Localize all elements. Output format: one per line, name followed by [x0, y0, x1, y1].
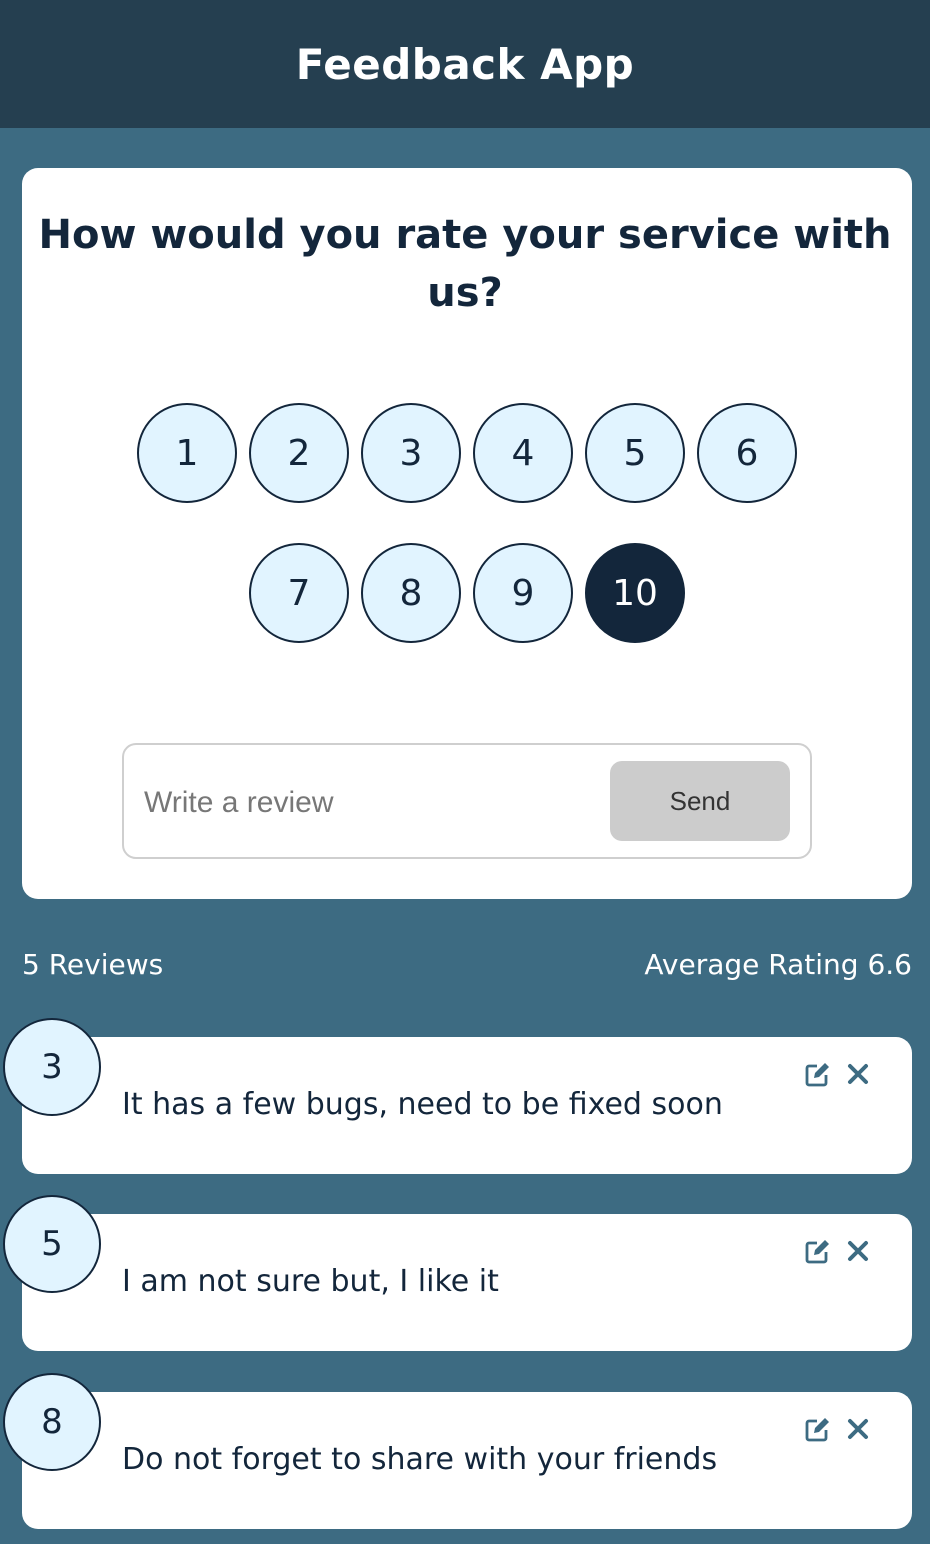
rating-option-8[interactable]: 8: [361, 543, 461, 643]
close-icon[interactable]: [843, 1059, 873, 1089]
review-input-group: Send: [122, 743, 812, 859]
average-rating: Average Rating 6.6: [644, 948, 912, 981]
review-rating-badge: 5: [3, 1195, 101, 1293]
rating-option-3[interactable]: 3: [361, 403, 461, 503]
app-title: Feedback App: [295, 39, 635, 89]
rating-option-1[interactable]: 1: [137, 403, 237, 503]
review-input[interactable]: [144, 775, 584, 831]
app-header: Feedback App: [0, 0, 930, 128]
review-count: 5 Reviews: [22, 948, 164, 981]
edit-icon[interactable]: [803, 1059, 833, 1089]
rating-option-6[interactable]: 6: [697, 403, 797, 503]
edit-icon[interactable]: [803, 1414, 833, 1444]
review-rating-badge: 3: [3, 1018, 101, 1116]
rating-option-10[interactable]: 10: [585, 543, 685, 643]
rating-option-7[interactable]: 7: [249, 543, 349, 643]
review-text: I am not sure but, I like it: [122, 1264, 499, 1299]
edit-icon[interactable]: [803, 1236, 833, 1266]
close-icon[interactable]: [843, 1414, 873, 1444]
rating-option-2[interactable]: 2: [249, 403, 349, 503]
rating-option-4[interactable]: 4: [473, 403, 573, 503]
review-rating-badge: 8: [3, 1373, 101, 1471]
review-item: It has a few bugs, need to be fixed soon: [22, 1037, 912, 1174]
send-button[interactable]: Send: [610, 761, 790, 841]
rating-option-9[interactable]: 9: [473, 543, 573, 643]
rating-option-5[interactable]: 5: [585, 403, 685, 503]
close-icon[interactable]: [843, 1236, 873, 1266]
review-text: It has a few bugs, need to be fixed soon: [122, 1087, 723, 1122]
rating-question: How would you rate your service with us?: [38, 212, 892, 316]
review-text: Do not forget to share with your friends: [122, 1442, 718, 1477]
review-item: I am not sure but, I like it: [22, 1214, 912, 1351]
review-item: Do not forget to share with your friends: [22, 1392, 912, 1529]
